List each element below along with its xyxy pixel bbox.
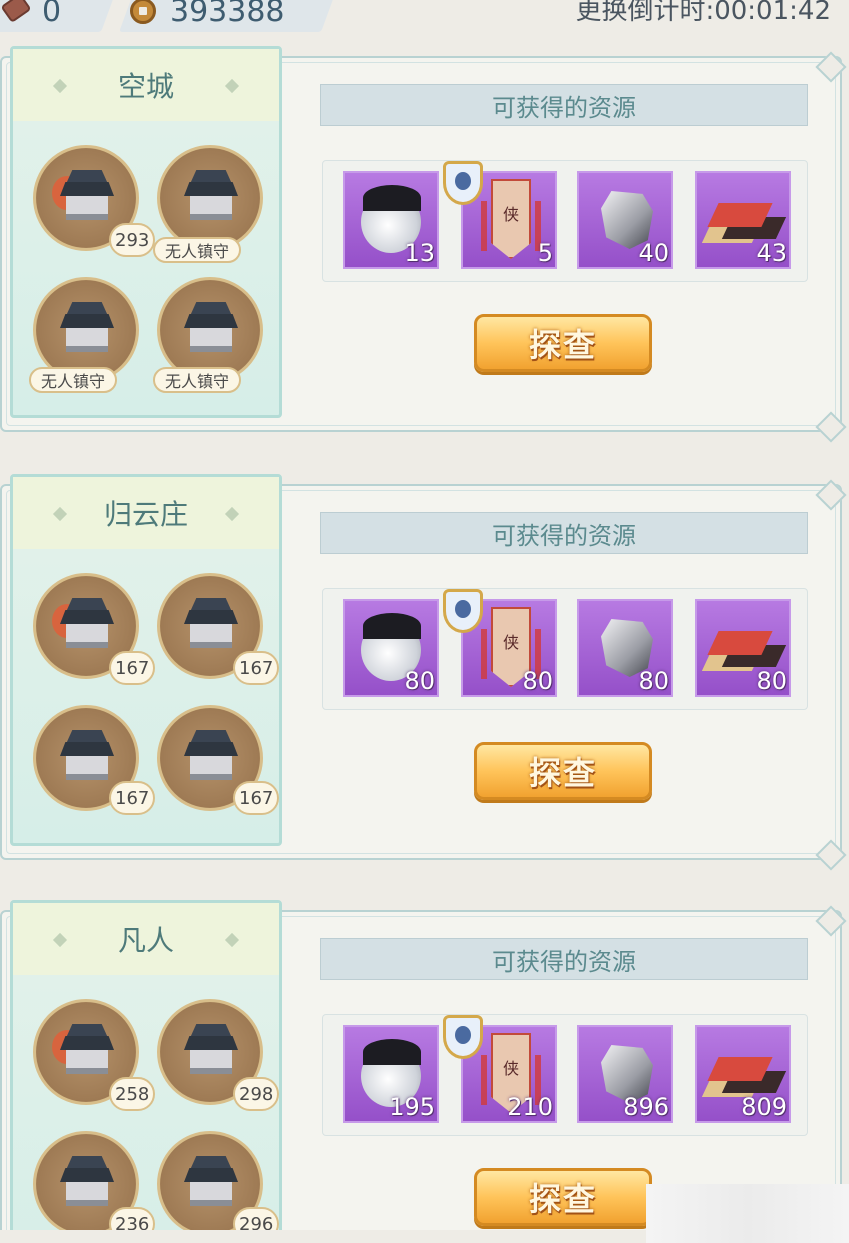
region-card: 空城 293 无人镇守 无人镇守 无人镇守 可获得的资源 13 5 40 43 … <box>0 46 849 443</box>
sect-badge-icon <box>443 161 483 205</box>
xia-banner-icon <box>491 179 531 259</box>
red-tree-pavilion-icon <box>52 168 116 230</box>
resource-item[interactable]: 80 <box>343 599 439 697</box>
resources-header: 可获得的资源 <box>320 84 808 126</box>
building-count: 293 <box>109 223 156 257</box>
diamond-ornament-icon <box>224 78 240 94</box>
resource-qty: 80 <box>522 667 553 695</box>
diamond-ornament-icon <box>52 78 68 94</box>
building-count: 167 <box>109 781 156 815</box>
resource-qty: 80 <box>404 667 435 695</box>
diamond-ornament-icon <box>52 932 68 948</box>
resource-item[interactable]: 80 <box>443 589 557 697</box>
dark-hall-icon <box>182 596 240 658</box>
explore-button[interactable]: 探查 <box>474 314 652 372</box>
region-card: 归云庄 167 167 167 167 可获得的资源 80 80 80 80 探… <box>0 474 849 871</box>
resources-header: 可获得的资源 <box>320 938 808 980</box>
resource-qty: 13 <box>404 239 435 267</box>
resource-item[interactable]: 43 <box>695 171 791 269</box>
resource-item[interactable]: 80 <box>577 599 673 697</box>
region-name: 凡人 <box>117 924 174 957</box>
resource-qty: 896 <box>623 1093 669 1121</box>
pagoda-icon <box>58 728 116 790</box>
courtyard-icon <box>182 1154 240 1216</box>
building-count: 167 <box>233 651 280 685</box>
region-title-bar: 空城 <box>13 49 279 121</box>
building-count: 298 <box>233 1077 280 1111</box>
resource-qty: 40 <box>638 239 669 267</box>
resource-qty: 195 <box>389 1093 435 1121</box>
resource-qty: 80 <box>756 667 787 695</box>
pagoda-icon <box>58 300 116 362</box>
region-info: 归云庄 167 167 167 167 <box>10 474 282 846</box>
region-name: 空城 <box>117 70 174 103</box>
top-currency-bar: 0 393388 更换倒计时:00:01:42 <box>0 0 849 36</box>
resource-qty: 210 <box>507 1093 553 1121</box>
region-info: 空城 293 无人镇守 无人镇守 无人镇守 <box>10 46 282 418</box>
red-tree-pavilion-icon <box>52 596 116 658</box>
resource-item[interactable]: 5 <box>443 161 557 269</box>
region-info: 凡人 258 298 236 296 <box>10 900 282 1243</box>
region-title-bar: 凡人 <box>13 903 279 975</box>
dark-hall-icon <box>182 168 240 230</box>
diamond-ornament-icon <box>224 932 240 948</box>
resource-item[interactable]: 195 <box>343 1025 439 1123</box>
resource-item[interactable]: 13 <box>343 171 439 269</box>
building-count: 167 <box>233 781 280 815</box>
resource-qty: 5 <box>537 239 553 267</box>
cloth-bolt-icon <box>701 631 787 671</box>
courtyard-icon <box>182 300 240 362</box>
red-tree-pavilion-icon <box>52 1022 116 1084</box>
building-guard-status: 无人镇守 <box>153 237 242 263</box>
explore-button[interactable]: 探查 <box>474 742 652 800</box>
refresh-countdown: 更换倒计时:00:01:42 <box>575 0 831 26</box>
sect-badge-icon <box>443 589 483 633</box>
dark-hall-icon <box>182 1022 240 1084</box>
region-name: 归云庄 <box>103 498 188 531</box>
cloth-bolt-icon <box>701 1057 787 1097</box>
region-title-bar: 归云庄 <box>13 477 279 549</box>
resources-header: 可获得的资源 <box>320 512 808 554</box>
building-count: 167 <box>109 651 156 685</box>
diamond-ornament-icon <box>52 506 68 522</box>
resource-item[interactable]: 809 <box>695 1025 791 1123</box>
cloth-bolt-icon <box>701 203 787 243</box>
resource-item[interactable]: 40 <box>577 171 673 269</box>
resource-qty: 43 <box>756 239 787 267</box>
building-count: 258 <box>109 1077 156 1111</box>
resource-item[interactable]: 80 <box>695 599 791 697</box>
building-guard-status: 无人镇守 <box>29 367 118 393</box>
resource-tray: 195 210 896 809 <box>322 1014 808 1136</box>
resource-item[interactable]: 210 <box>443 1015 557 1123</box>
currency1-value: 0 <box>42 0 62 29</box>
diamond-ornament-icon <box>224 506 240 522</box>
resource-item[interactable]: 896 <box>577 1025 673 1123</box>
resource-tray: 13 5 40 43 <box>322 160 808 282</box>
currency2-value: 393388 <box>170 0 285 29</box>
watermark <box>646 1184 849 1243</box>
courtyard-icon <box>182 728 240 790</box>
sect-badge-icon <box>443 1015 483 1059</box>
resource-qty: 80 <box>638 667 669 695</box>
building-guard-status: 无人镇守 <box>153 367 242 393</box>
resource-qty: 809 <box>741 1093 787 1121</box>
explore-button[interactable]: 探查 <box>474 1168 652 1226</box>
resource-tray: 80 80 80 80 <box>322 588 808 710</box>
pagoda-icon <box>58 1154 116 1216</box>
building-slot[interactable] <box>157 145 263 251</box>
